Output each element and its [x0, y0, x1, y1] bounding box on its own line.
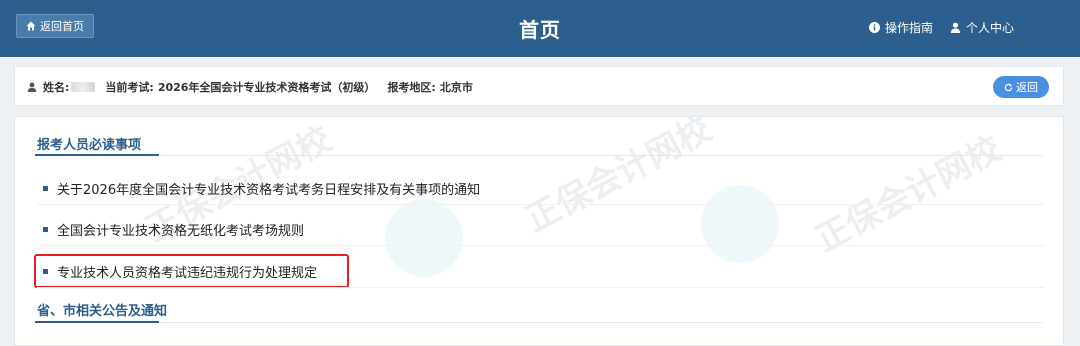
section-title-required-reading: 报考人员必读事项: [37, 138, 142, 153]
bullet: [43, 186, 48, 191]
list-divider: [37, 245, 1045, 246]
user-icon: [27, 82, 37, 92]
section-divider: [35, 155, 1043, 156]
candidate-info: 姓名: 当前考试: 2026年全国会计专业技术资格考试（初级） 报考地区: 北京…: [27, 79, 473, 95]
back-button-label: 返回: [1016, 81, 1038, 94]
section-title-provincial-notices: 省、市相关公告及通知: [37, 304, 168, 319]
list-divider: [37, 287, 1045, 288]
candidate-info-bar: 姓名: 当前考试: 2026年全国会计专业技术资格考试（初级） 报考地区: 北京…: [14, 66, 1064, 106]
list-item-label: 关于2026年度全国会计专业技术资格考试考务日程安排及有关事项的通知: [57, 183, 481, 198]
section-underline: [35, 154, 159, 156]
exam-value: 2026年全国会计专业技术资格考试（初级）: [157, 81, 376, 94]
notice-panel: 正保会计网校 正保会计网校 正保会计网校 报考人员必读事项 关于2026年度全国…: [14, 116, 1064, 346]
guide-link[interactable]: 操作指南: [869, 19, 933, 36]
watermark: 正保会计网校: [519, 116, 719, 241]
region-label: 报考地区:: [387, 81, 436, 94]
exam-label: 当前考试:: [105, 81, 154, 94]
list-item[interactable]: 关于2026年度全国会计专业技术资格考试考务日程安排及有关事项的通知: [43, 179, 480, 198]
watermark: 正保会计网校: [809, 129, 1009, 261]
info-icon: [869, 22, 880, 33]
region-value: 北京市: [439, 81, 473, 94]
top-navigation-bar: 返回首页 首页 操作指南 个人中心: [0, 0, 1080, 57]
user-center-link-label: 个人中心: [966, 21, 1015, 35]
user-center-link[interactable]: 个人中心: [950, 19, 1014, 36]
list-item[interactable]: 全国会计专业技术资格无纸化考试考场规则: [43, 220, 304, 239]
highlight-box: [34, 254, 349, 288]
section-underline: [35, 321, 159, 323]
watermark-logo: [385, 199, 463, 277]
name-label: 姓名:: [43, 81, 70, 94]
list-item-label: 全国会计专业技术资格无纸化考试考场规则: [57, 224, 305, 239]
back-button[interactable]: 返回: [993, 76, 1049, 98]
refresh-icon: [1004, 83, 1013, 91]
section-divider: [35, 322, 1043, 323]
bullet: [43, 227, 48, 232]
user-icon: [950, 22, 961, 33]
watermark-logo: [701, 185, 779, 263]
name-value-blurred: [71, 82, 96, 92]
guide-link-label: 操作指南: [885, 21, 934, 35]
list-divider: [37, 204, 1045, 205]
